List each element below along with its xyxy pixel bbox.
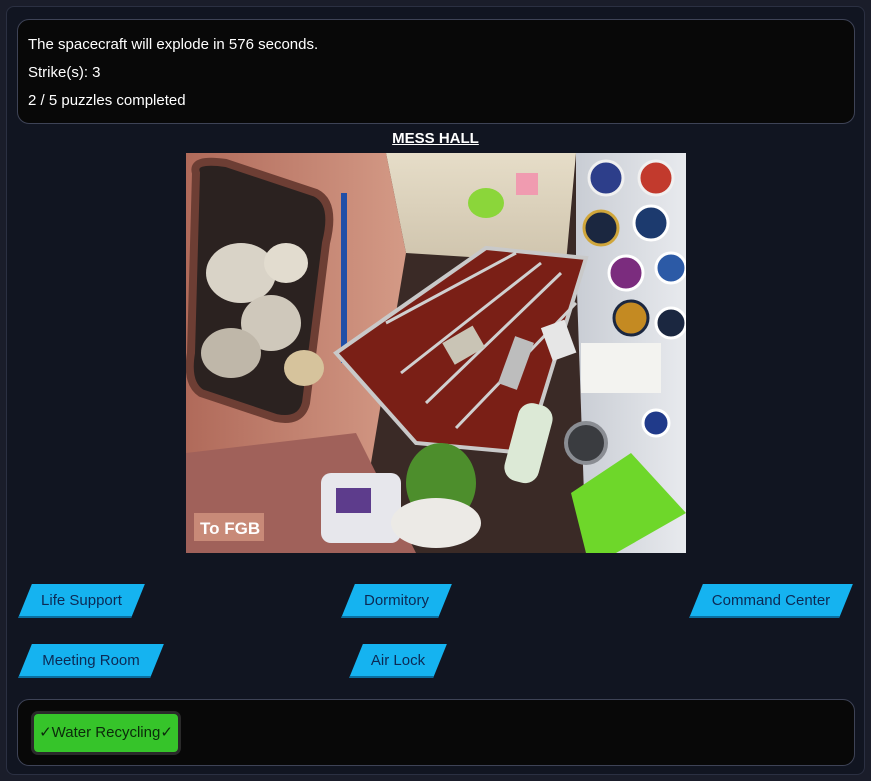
nav-button-meeting-room[interactable]: Meeting Room [18, 644, 164, 678]
nav-button-label: Dormitory [363, 592, 429, 609]
room-photo: To FGB [186, 153, 686, 553]
countdown-text: The spacecraft will explode in 576 secon… [28, 36, 319, 53]
nav-button-label: Command Center [711, 592, 831, 609]
nav-button-label: Life Support [41, 592, 122, 609]
status-panel: The spacecraft will explode in 576 secon… [17, 19, 855, 124]
strikes-text: Strike(s): 3 [28, 64, 101, 81]
nav-button-label: Air Lock [370, 652, 426, 669]
puzzle-progress-text: 2 / 5 puzzles completed [28, 92, 186, 109]
nav-button-life-support[interactable]: Life Support [18, 584, 145, 618]
to-fgb-sign: To FGB [200, 519, 260, 538]
room-title: MESS HALL [392, 130, 479, 147]
nav-button-air-lock[interactable]: Air Lock [349, 644, 447, 678]
nav-button-dormitory[interactable]: Dormitory [341, 584, 452, 618]
nav-button-label: Meeting Room [42, 652, 140, 669]
nav-button-command-center[interactable]: Command Center [689, 584, 853, 618]
inventory-panel: ✓Water Recycling✓ [17, 699, 855, 766]
inventory-item-water-recycling[interactable]: ✓Water Recycling✓ [31, 711, 181, 755]
